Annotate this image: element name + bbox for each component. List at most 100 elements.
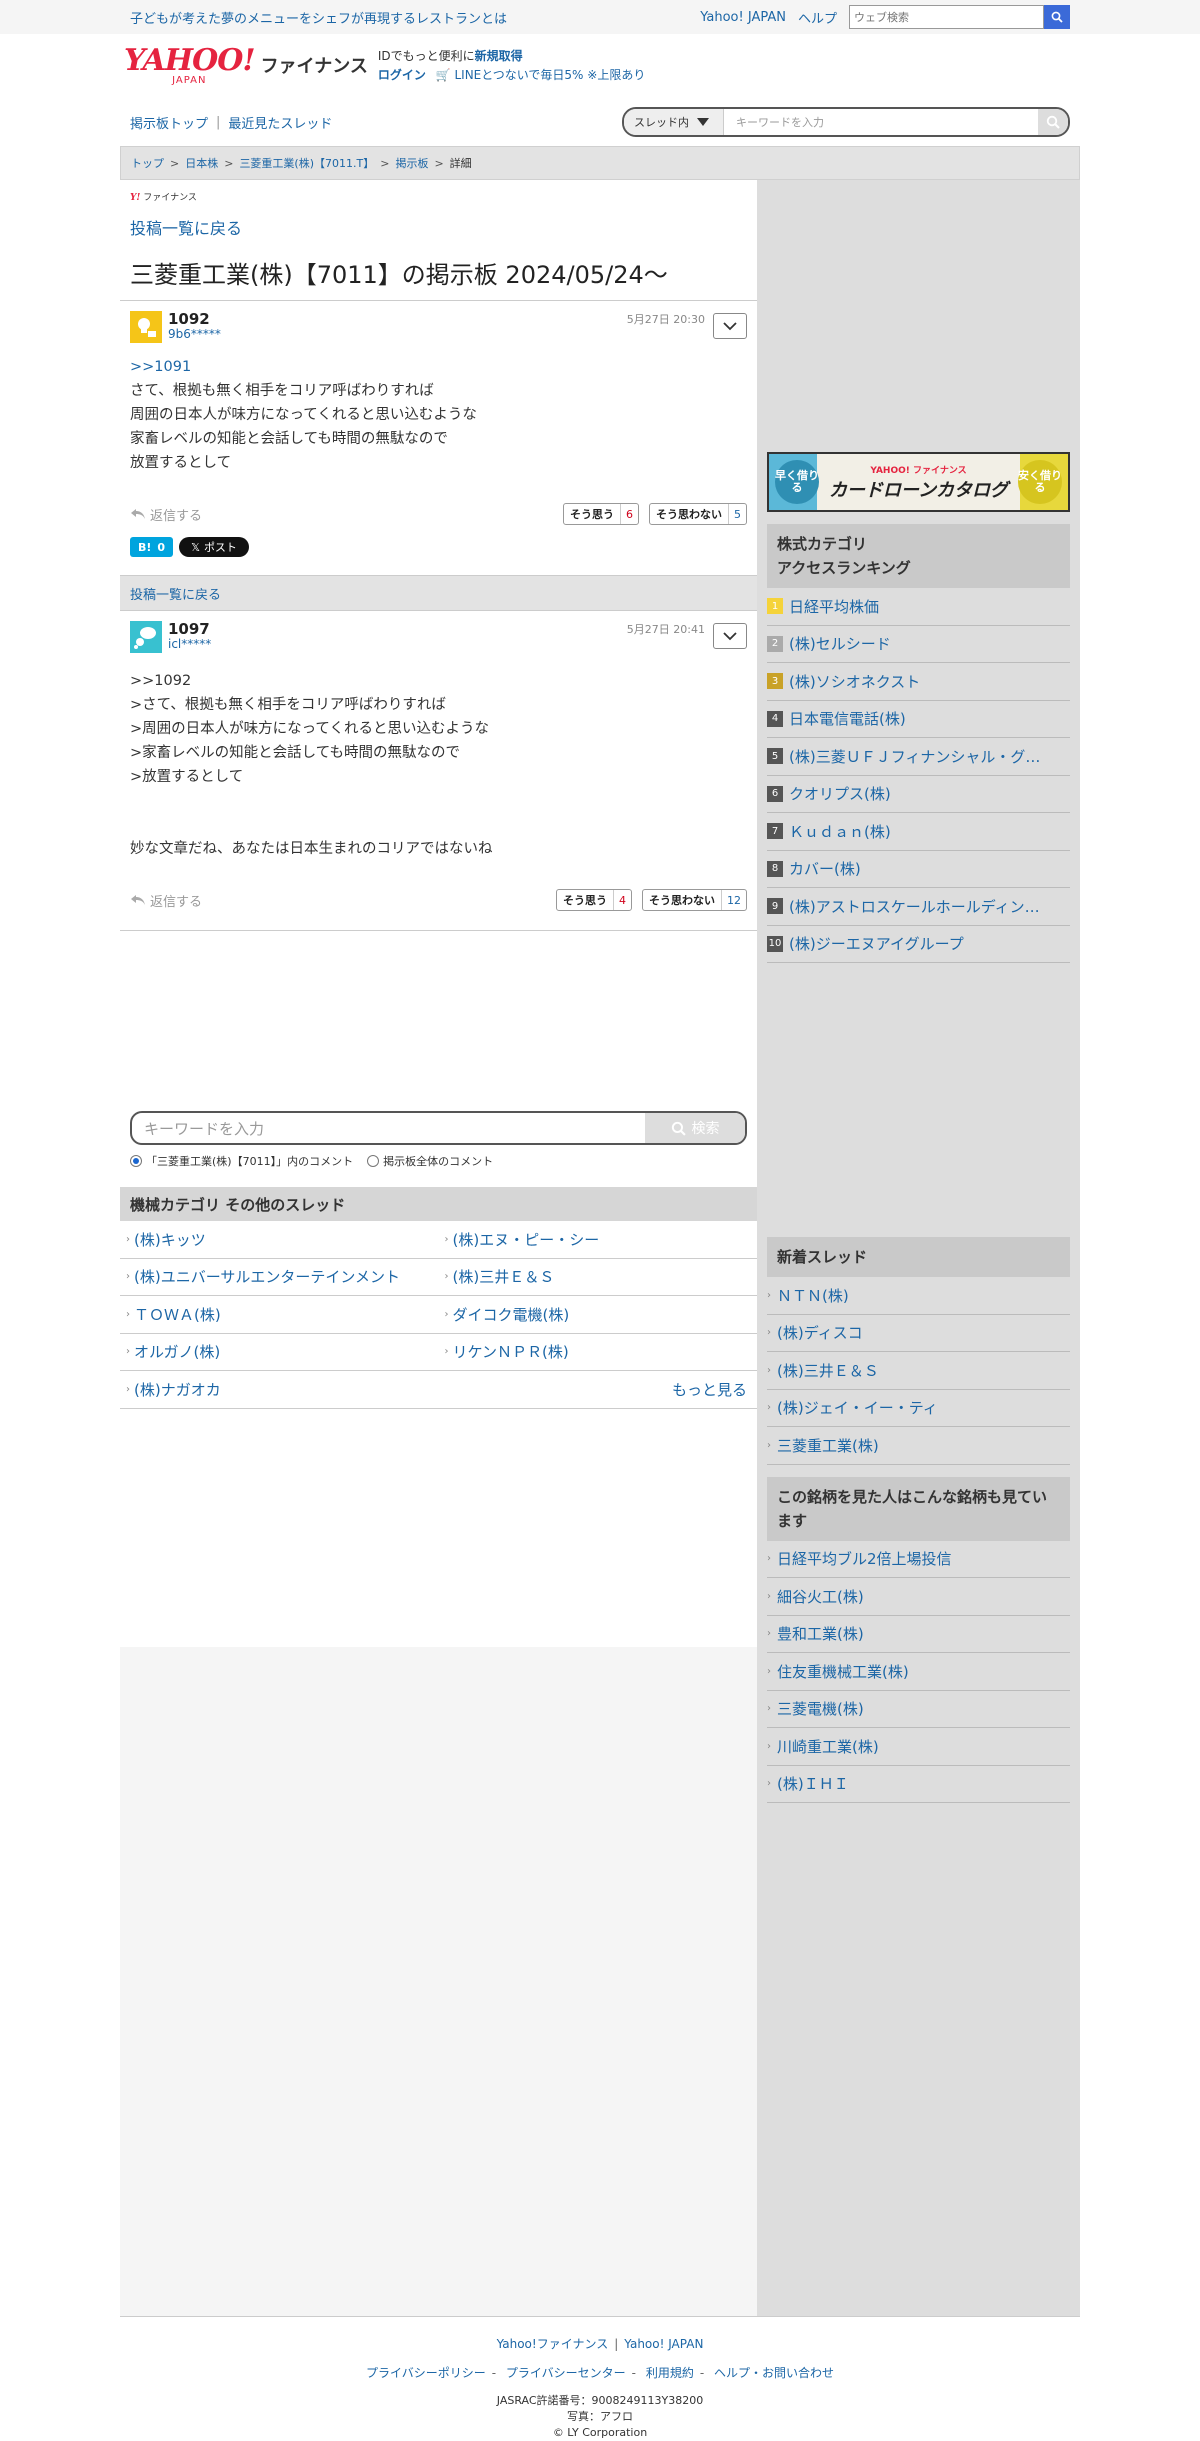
ranking-item[interactable]: 3 (株)ソシオネクスト — [767, 663, 1070, 701]
recent-threads-link[interactable]: 最近見たスレッド — [228, 113, 332, 132]
ranking-item[interactable]: 9 (株)アストロスケールホールディン… — [767, 888, 1070, 926]
search-scope-select[interactable]: スレッド内 — [624, 109, 724, 135]
new-thread-item[interactable]: › (株)ジェイ・イー・ティ — [767, 1390, 1070, 1427]
ranking-item[interactable]: 10 (株)ジーエヌアイグループ — [767, 926, 1070, 963]
ranking-list: 1 日経平均株価 2 (株)セルシード 3 (株)ソシオネクスト 4 日本電信電話(株)… — [767, 588, 1070, 963]
category-thread-label: ＴＯＷＡ(株) — [134, 1305, 221, 1324]
more-threads-link[interactable]: もっと見る — [438, 1371, 757, 1409]
ranking-item[interactable]: 1 日経平均株価 — [767, 588, 1070, 626]
help-link[interactable]: ヘルプ — [798, 8, 837, 27]
category-thread-item[interactable]: › ＴＯＷＡ(株) — [120, 1296, 439, 1334]
disagree-button[interactable]: そう思わない 12 — [642, 889, 747, 911]
category-thread-item[interactable]: › (株)キッツ — [120, 1221, 439, 1259]
post-menu-button[interactable] — [713, 313, 747, 339]
breadcrumb-board[interactable]: 掲示板 — [395, 155, 428, 171]
also-viewed-label: 日経平均ブル2倍上場投信 — [777, 1550, 952, 1569]
footer-yahoo-japan-link[interactable]: Yahoo! JAPAN — [624, 2337, 703, 2351]
category-thread-item[interactable]: › (株)三井Ｅ＆Ｓ — [438, 1259, 757, 1296]
reply-icon — [131, 895, 145, 905]
board-nav: 掲示板トップ | 最近見たスレッド スレッド内 キーワードを入力 — [120, 98, 1080, 146]
radio-all-scope[interactable]: 掲示板全体のコメント — [367, 1153, 493, 1169]
new-thread-item[interactable]: › 三菱重工業(株) — [767, 1427, 1070, 1465]
reply-button[interactable]: 返信する — [130, 505, 202, 524]
ranking-item[interactable]: 5 (株)三菱ＵＦＪフィナンシャル・グ… — [767, 738, 1070, 776]
yahoo-japan-link[interactable]: Yahoo! JAPAN — [700, 10, 786, 25]
rank-name: (株)ジーエヌアイグループ — [789, 935, 964, 954]
line-link[interactable]: LINEとつないで毎日5% ※上限あり — [454, 68, 645, 82]
category-thread-label: オルガノ(株) — [134, 1343, 221, 1362]
category-thread-item[interactable]: › (株)ナガオカ — [120, 1371, 439, 1409]
hatena-label: B! — [138, 540, 152, 554]
search-scope-radios: 「三菱重工業(株)【7011】」内のコメント 掲示板全体のコメント — [130, 1153, 747, 1169]
breadcrumb-japan-stocks[interactable]: 日本株 — [185, 155, 218, 171]
new-thread-item[interactable]: › (株)三井Ｅ＆Ｓ — [767, 1352, 1070, 1390]
signup-link[interactable]: 新規取得 — [475, 49, 523, 63]
privacy-center-link[interactable]: プライバシーセンター — [506, 2366, 626, 2380]
radio-thread-scope[interactable]: 「三菱重工業(株)【7011】」内のコメント — [130, 1153, 353, 1169]
also-viewed-item[interactable]: › 川崎重工業(株) — [767, 1728, 1070, 1766]
back-to-list-link[interactable]: 投稿一覧に戻る — [130, 215, 747, 239]
agree-button[interactable]: そう思う 4 — [556, 889, 632, 911]
terms-link[interactable]: 利用規約 — [646, 2366, 694, 2380]
ranking-item[interactable]: 2 (株)セルシード — [767, 626, 1070, 663]
also-viewed-item[interactable]: › 住友重機械工業(株) — [767, 1653, 1070, 1691]
category-thread-item[interactable]: › オルガノ(株) — [120, 1334, 439, 1371]
keyword-search-button[interactable]: 検索 — [645, 1113, 745, 1143]
breadcrumb-stock[interactable]: 三菱重工業(株)【7011.T】 — [239, 155, 374, 171]
thread-search-button[interactable] — [1038, 109, 1068, 135]
ranking-item[interactable]: 8 カバー(株) — [767, 851, 1070, 888]
agree-button[interactable]: そう思う 6 — [563, 503, 639, 525]
board-top-link[interactable]: 掲示板トップ — [130, 113, 208, 132]
dropdown-arrow-icon — [697, 118, 709, 126]
chevron-right-icon: › — [126, 1308, 130, 1320]
search-button-label: 検索 — [691, 1121, 720, 1137]
post-date: 5月27日 20:30 — [626, 313, 705, 326]
rank-name: Ｋｕｄａｎ(株) — [789, 822, 891, 841]
keyword-search-input[interactable]: キーワードを入力 — [132, 1113, 645, 1143]
web-search-input[interactable] — [849, 5, 1044, 29]
footer-finance-link[interactable]: Yahoo!ファイナンス — [497, 2337, 609, 2351]
also-viewed-item[interactable]: › 細谷火工(株) — [767, 1578, 1070, 1616]
also-viewed-label: 川崎重工業(株) — [777, 1737, 879, 1756]
post-user-id[interactable]: icl***** — [168, 637, 211, 651]
privacy-policy-link[interactable]: プライバシーポリシー — [366, 2366, 486, 2380]
yahoo-finance-logo[interactable]: YAHOO! JAPAN ファイナンス — [124, 46, 368, 86]
thread-search-input[interactable]: キーワードを入力 — [724, 114, 1038, 130]
board-header: Y! ファイナンス 投稿一覧に戻る 三菱重工業(株)【7011】の掲示板 202… — [120, 180, 757, 301]
hatena-bookmark-button[interactable]: B! 0 — [130, 537, 174, 557]
reply-label: 返信する — [150, 508, 203, 524]
disagree-button[interactable]: そう思わない 5 — [649, 503, 747, 525]
ranking-item[interactable]: 7 Ｋｕｄａｎ(株) — [767, 813, 1070, 851]
post-menu-button[interactable] — [713, 623, 747, 649]
back-to-list-link-2[interactable]: 投稿一覧に戻る — [130, 584, 221, 603]
new-thread-item[interactable]: › ＮＴＮ(株) — [767, 1277, 1070, 1315]
disagree-label: そう思わない — [649, 894, 715, 907]
login-link[interactable]: ログイン — [378, 68, 426, 82]
reply-button[interactable]: 返信する — [130, 891, 202, 910]
category-thread-item[interactable]: › リケンＮＰＲ(株) — [438, 1334, 757, 1371]
x-post-button[interactable]: 𝕏 ポスト — [179, 537, 249, 557]
chevron-right-icon: › — [767, 1327, 771, 1339]
web-search-button[interactable] — [1044, 5, 1070, 29]
help-contact-link[interactable]: ヘルプ・お問い合わせ — [714, 2366, 834, 2380]
also-viewed-item[interactable]: › 日経平均ブル2倍上場投信 — [767, 1541, 1070, 1578]
new-thread-item[interactable]: › (株)ディスコ — [767, 1315, 1070, 1352]
new-thread-label: (株)三井Ｅ＆Ｓ — [777, 1361, 879, 1380]
also-viewed-item[interactable]: › 豊和工業(株) — [767, 1616, 1070, 1653]
category-thread-item[interactable]: › (株)ユニバーサルエンターテインメント — [120, 1259, 439, 1296]
post-user-id[interactable]: 9b6***** — [168, 327, 221, 341]
ranking-heading-line1: 株式カテゴリ — [777, 535, 868, 553]
category-thread-item[interactable]: › (株)エヌ・ピー・シー — [438, 1221, 757, 1259]
promo-link[interactable]: 子どもが考えた夢のメニューをシェフが再現するレストランとは — [130, 8, 507, 27]
also-viewed-heading: この銘柄を見た人はこんな銘柄も見ています — [767, 1476, 1070, 1541]
category-thread-label: リケンＮＰＲ(株) — [452, 1343, 569, 1362]
category-thread-item[interactable]: › ダイコク電機(株) — [438, 1296, 757, 1334]
breadcrumb-top[interactable]: トップ — [131, 155, 164, 171]
ranking-item[interactable]: 6 クオリプス(株) — [767, 776, 1070, 813]
ranking-item[interactable]: 4 日本電信電話(株) — [767, 701, 1070, 738]
rank-number: 4 — [767, 710, 783, 727]
reply-anchor-link[interactable]: >>1091 — [130, 359, 747, 375]
card-loan-ad-banner[interactable]: 早く借りる YAHOO! ファイナンス カードローンカタログ 安く借りる — [767, 452, 1070, 512]
also-viewed-item[interactable]: › 三菱電機(株) — [767, 1691, 1070, 1728]
also-viewed-item[interactable]: › (株)ＩＨＩ — [767, 1766, 1070, 1803]
